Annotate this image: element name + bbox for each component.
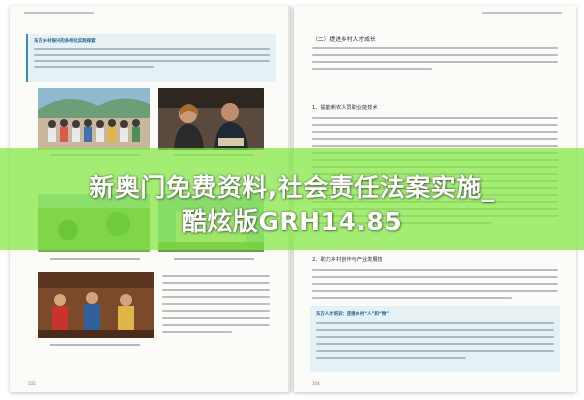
box-title: 东方人才培训：连接乡村“人”和“物” [316, 312, 390, 317]
photo-caption [50, 344, 140, 346]
highlight-box-right: 东方人才培训：连接乡村“人”和“物” [310, 306, 560, 372]
subsection-title: 2．助力乡村创作与产业发展技 [312, 257, 383, 263]
text-line [34, 60, 270, 62]
text-line [34, 66, 154, 68]
text-line [34, 54, 270, 56]
running-header-right [482, 12, 562, 14]
page-number-left: 102 [28, 381, 36, 386]
box-title: 东方乡村振兴的多样化实践探索 [34, 39, 96, 44]
banner-title-line-1: 新奥门免费资料,社会责任法案实施_ [89, 173, 495, 202]
running-header-left [24, 12, 94, 14]
photo-caption [50, 258, 140, 260]
group-photo [38, 88, 150, 150]
performance-photo [38, 272, 154, 338]
meeting-photo [158, 88, 264, 150]
subsection-title: 1．提能新农人员职业能技术 [312, 105, 378, 111]
body-paragraph [312, 264, 558, 299]
body-paragraph [312, 42, 558, 70]
photo-caption [174, 258, 254, 260]
banner-title-line-2: 酷炫版GRH14.85 [181, 207, 403, 236]
text-line [34, 48, 270, 50]
side-text [162, 272, 272, 333]
page-number-right: 104 [312, 381, 320, 386]
highlight-box-left: 东方乡村振兴的多样化实践探索 [26, 34, 276, 82]
